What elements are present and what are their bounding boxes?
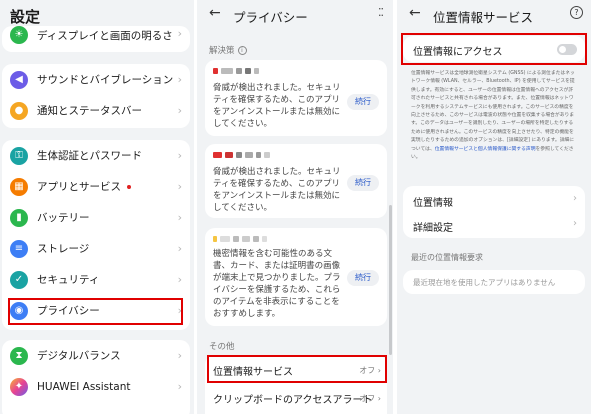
section-solutions: 解決策 i — [209, 44, 247, 56]
advanced-settings-item[interactable]: 詳細設定 — [413, 219, 453, 234]
settings-item-sound[interactable]: ◀ サウンドとバイブレーション › — [2, 64, 190, 95]
page-title: 位置情報サービス — [433, 10, 534, 25]
clipboard-alert-label: クリップボードのアクセスアラート — [213, 394, 373, 406]
settings-card-sound: ◀ サウンドとバイブレーション › ● 通知とステータスバー › — [2, 64, 190, 128]
key-icon: ⚿ — [10, 146, 28, 165]
clipboard-alert-value: オフ › — [359, 393, 381, 403]
recent-requests-empty: 最近現在地を使用したアプリはありません — [413, 278, 556, 287]
highlight-box-privacy — [8, 298, 183, 325]
location-description: 位置情報サービスは全地球測位衛星システム (GNSS) による測位またはネットワ… — [411, 70, 577, 162]
location-topbar: ← 位置情報サービス ? — [397, 0, 591, 30]
highlight-box-location-access — [401, 33, 587, 65]
chevron-right-icon: › — [177, 380, 182, 393]
settings-item-biometrics[interactable]: ⚿ 生体認証とパスワード › — [2, 140, 190, 171]
continue-button[interactable]: 続行 — [347, 270, 379, 286]
blurred-app-name — [213, 152, 270, 158]
storage-icon: ≡ — [10, 239, 28, 258]
notification-icon: ● — [10, 101, 28, 120]
chevron-right-icon: › — [573, 193, 577, 204]
settings-item-label: バッテリー — [37, 212, 90, 224]
location-description-text: 位置情報サービスは全地球測位衛星システム (GNSS) による測位またはネットワ… — [411, 71, 575, 152]
chevron-right-icon: › — [177, 273, 182, 286]
back-arrow-icon[interactable]: ← — [409, 5, 421, 21]
more-options-icon[interactable]: ⁚⁚ — [378, 6, 384, 19]
settings-item-label: ストレージ — [37, 243, 90, 255]
display-icon: ☀ — [10, 26, 28, 44]
settings-item-label: サウンドとバイブレーション — [37, 74, 174, 86]
sensitive-images-card: 機密情報を含む可能性のある文書、カード、または証明書の画像が端末上で見つかりまし… — [205, 228, 387, 326]
settings-item-storage[interactable]: ≡ ストレージ › — [2, 233, 190, 264]
chevron-right-icon: › — [177, 349, 182, 362]
chevron-right-icon: › — [177, 27, 182, 40]
settings-item-battery[interactable]: ▮ バッテリー › — [2, 202, 190, 233]
chevron-right-icon: › — [177, 149, 182, 162]
apps-icon: ▦ — [10, 177, 28, 196]
settings-item-label: 通知とステータスバー — [37, 105, 142, 117]
chevron-right-icon: › — [177, 242, 182, 255]
back-arrow-icon[interactable]: ← — [209, 5, 221, 21]
location-panel: ← 位置情報サービス ? 位置情報にアクセス 位置情報サービスは全地球測位衛星シ… — [397, 0, 591, 414]
battery-icon: ▮ — [10, 208, 28, 227]
clipboard-alert-row[interactable]: クリップボードのアクセスアラート オフ › — [213, 385, 381, 411]
recent-requests-card: 最近現在地を使用したアプリはありません — [403, 270, 585, 294]
help-icon[interactable]: ? — [570, 6, 583, 19]
hourglass-icon: ⧗ — [10, 346, 28, 365]
settings-item-display[interactable]: ☀ ディスプレイと画面の明るさ › — [2, 26, 190, 48]
settings-card-bottom: ⧗ デジタルバランス › ✦ HUAWEI Assistant › — [2, 340, 190, 414]
settings-item-label: アプリとサービス — [37, 181, 121, 193]
threat-description: 脅威が検出されました。セキュリティを確保するため、このアプリをアンインストールま… — [213, 167, 341, 213]
settings-item-notifications[interactable]: ● 通知とステータスバー › — [2, 95, 190, 126]
assistant-icon: ✦ — [10, 377, 28, 396]
settings-item-label: デジタルバランス — [37, 350, 121, 362]
privacy-panel: ← プライバシー ⁚⁚ 解決策 i 脅威が検出されました。セキュリティを確保するた… — [197, 0, 393, 414]
location-info-item[interactable]: 位置情報 — [413, 194, 453, 209]
settings-item-label: ディスプレイと画面の明るさ — [37, 29, 173, 42]
settings-item-label: 生体認証とパスワード — [37, 150, 142, 162]
settings-item-huawei-assistant[interactable]: ✦ HUAWEI Assistant › — [2, 371, 190, 402]
scrollbar[interactable] — [389, 205, 392, 355]
location-settings-card: 位置情報 › 詳細設定 › — [403, 186, 585, 238]
section-solutions-label: 解決策 — [209, 46, 235, 56]
highlight-box-location-service — [207, 355, 387, 383]
page-title: プライバシー — [233, 10, 308, 25]
settings-card-display: ☀ ディスプレイと画面の明るさ › — [2, 26, 190, 52]
continue-button[interactable]: 続行 — [347, 94, 379, 110]
recent-requests-header: 最近の位置情報要求 — [411, 253, 483, 262]
settings-item-digital-balance[interactable]: ⧗ デジタルバランス › — [2, 340, 190, 371]
notification-dot — [127, 184, 131, 189]
chevron-right-icon: › — [177, 180, 182, 193]
continue-button[interactable]: 続行 — [347, 175, 379, 191]
chevron-right-icon: › — [573, 218, 577, 229]
settings-item-label: セキュリティ — [37, 274, 100, 286]
blurred-app-name — [213, 68, 259, 74]
threat-card-2: 脅威が検出されました。セキュリティを確保するため、このアプリをアンインストールま… — [205, 144, 387, 218]
sensitive-images-description: 機密情報を含む可能性のある文書、カード、または証明書の画像が端末上で見つかりまし… — [213, 249, 341, 319]
settings-panel: 設定 ☀ ディスプレイと画面の明るさ › ◀ サウンドとバイブレーション › ●… — [0, 0, 194, 414]
settings-item-apps[interactable]: ▦ アプリとサービス › — [2, 171, 190, 202]
clipboard-alert-status: オフ — [359, 393, 376, 403]
chevron-right-icon: › — [177, 104, 182, 117]
settings-item-label: HUAWEI Assistant — [37, 380, 131, 393]
shield-icon: ✓ — [10, 270, 28, 289]
page-title: 設定 — [10, 8, 41, 26]
settings-item-security[interactable]: ✓ セキュリティ › — [2, 264, 190, 295]
info-icon[interactable]: i — [237, 46, 247, 55]
chevron-right-icon: › — [177, 211, 182, 224]
threat-card-1: 脅威が検出されました。セキュリティを確保するため、このアプリをアンインストールま… — [205, 60, 387, 136]
chevron-right-icon: › — [177, 73, 182, 86]
threat-description: 脅威が検出されました。セキュリティを確保するため、このアプリをアンインストールま… — [213, 83, 341, 129]
privacy-statement-link[interactable]: 位置情報サービスと個人情報保護に関する声明 — [435, 147, 536, 152]
sound-icon: ◀ — [10, 70, 28, 89]
section-other-label: その他 — [209, 342, 235, 352]
privacy-topbar: ← プライバシー ⁚⁚ — [197, 0, 393, 30]
blurred-app-name — [213, 236, 267, 242]
